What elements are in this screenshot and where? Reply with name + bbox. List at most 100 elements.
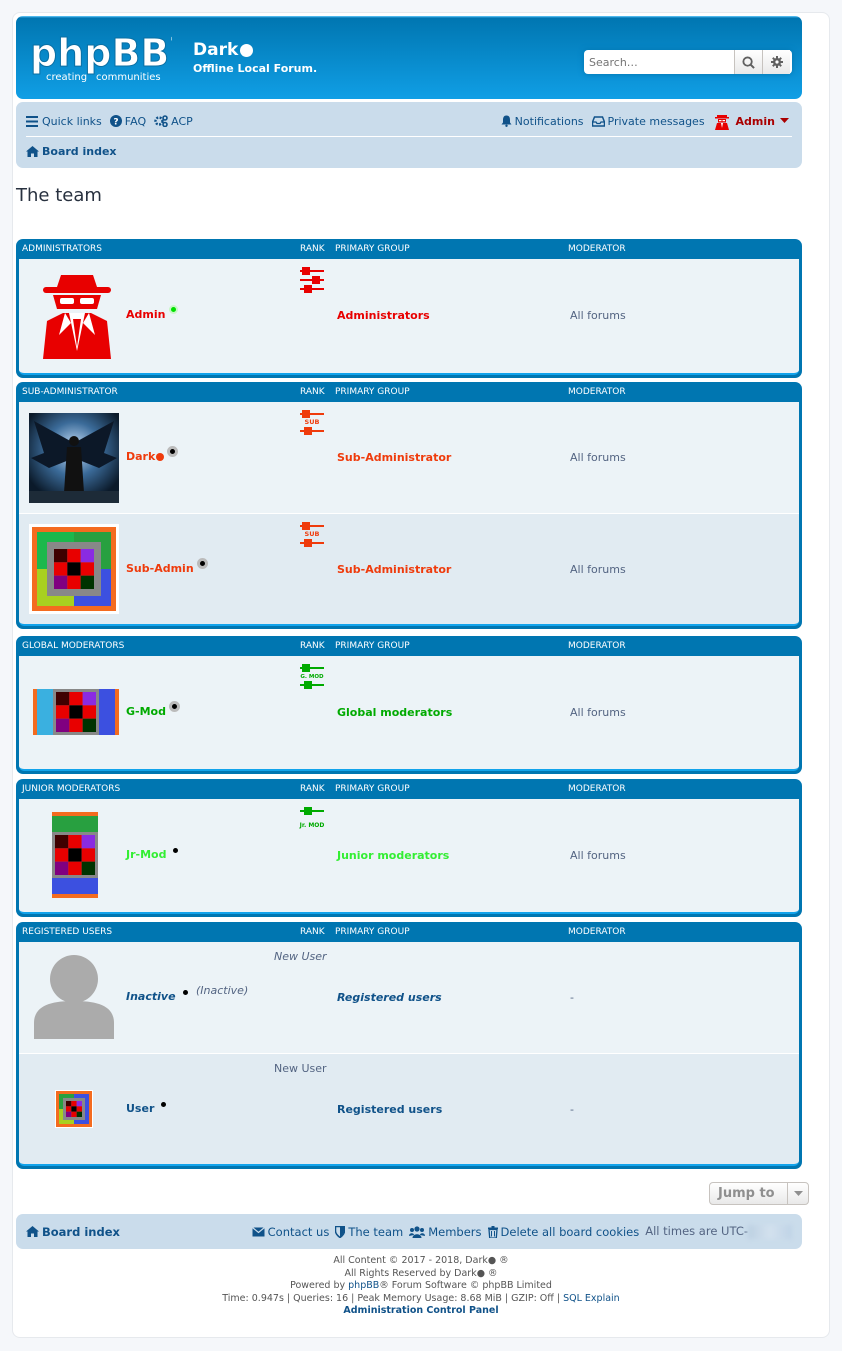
cogs-icon xyxy=(154,115,168,127)
quick-links-label: Quick links xyxy=(42,114,102,128)
phpbb-logo[interactable]: phpBB ® creating communities xyxy=(30,30,172,83)
member-primary-group[interactable]: Sub-Administrator xyxy=(337,563,451,576)
group-heading[interactable]: JUNIOR MODERATORS xyxy=(22,784,120,794)
member-avatar[interactable] xyxy=(55,1090,93,1131)
jump-to-dropdown[interactable]: Jump to xyxy=(709,1182,809,1205)
member-username[interactable]: Inactive xyxy=(126,990,188,1003)
offline-status-icon xyxy=(168,701,180,712)
moderator-column-header: MODERATOR xyxy=(568,784,626,794)
contact-us-link[interactable]: Contact us xyxy=(251,1224,330,1239)
moderator-column-header: MODERATOR xyxy=(568,927,626,937)
quick-links-menu[interactable]: Quick links xyxy=(26,115,102,128)
group-heading[interactable]: SUB-ADMINISTRATOR xyxy=(22,387,118,397)
trash-icon xyxy=(487,1225,498,1238)
member-username-text: Inactive xyxy=(126,990,176,1003)
site-description: Offline Local Forum. xyxy=(193,62,318,75)
members-label: Members xyxy=(428,1224,482,1239)
group-heading[interactable]: GLOBAL MODERATORS xyxy=(22,641,124,651)
site-name[interactable]: Dark xyxy=(193,40,254,60)
gear-icon xyxy=(770,56,783,68)
rank-gmod-icon: G. MOD xyxy=(300,664,324,689)
primary-group-column-header: PRIMARY GROUP xyxy=(335,784,410,794)
private-messages-link[interactable]: Private messages xyxy=(591,114,705,128)
search-input[interactable] xyxy=(584,50,734,74)
advanced-search-button[interactable] xyxy=(762,50,790,74)
acp-link[interactable]: ACP xyxy=(154,115,193,128)
rank-column-header: RANK xyxy=(300,784,325,794)
member-username[interactable]: Jr-Mod xyxy=(126,848,179,861)
footer-navbar: Board index Contact us The team Members … xyxy=(16,1214,802,1249)
member-avatar[interactable] xyxy=(39,271,115,362)
member-primary-group[interactable]: Administrators xyxy=(337,309,430,322)
member-primary-group[interactable]: Registered users xyxy=(337,991,442,1004)
team-group-panel: JUNIOR MODERATORS RANK PRIMARY GROUP MODERA… xyxy=(16,779,802,917)
logo-tagline-2: communities xyxy=(96,72,161,82)
debug-info: Time: 0.947s | Queries: 16 | Peak Memory… xyxy=(0,1293,842,1306)
member-primary-group[interactable]: Junior moderators xyxy=(337,849,449,862)
member-avatar[interactable] xyxy=(29,524,119,617)
mosaic-avatar-icon xyxy=(29,524,119,614)
member-username-text: Jr-Mod xyxy=(126,848,167,861)
member-primary-group[interactable]: Registered users xyxy=(337,1103,442,1116)
acp-label: ACP xyxy=(171,114,193,128)
member-username[interactable]: User xyxy=(126,1102,167,1115)
team-group-header: JUNIOR MODERATORS RANK PRIMARY GROUP MODERA… xyxy=(19,779,799,799)
mosaic-avatar-icon xyxy=(52,812,98,898)
rank-image: Jr. MOD xyxy=(298,807,326,834)
acp-footer: Administration Control Panel xyxy=(0,1305,842,1318)
jump-to-label: Jump to xyxy=(718,1186,775,1201)
rank-column-header: RANK xyxy=(300,641,325,651)
notifications-link[interactable]: Notifications xyxy=(501,115,584,128)
member-moderator-scope: All forums xyxy=(570,563,626,576)
team-member-row: Inactive (Inactive) New User Registered use… xyxy=(19,942,799,1053)
rank-admin-icon xyxy=(300,267,324,293)
home-icon xyxy=(26,145,39,157)
private-messages-label: Private messages xyxy=(607,114,705,128)
svg-text:SUB: SUB xyxy=(305,530,320,538)
offline-status-icon xyxy=(196,558,208,569)
envelope-icon xyxy=(251,1226,265,1236)
sql-explain-link[interactable]: SQL Explain xyxy=(563,1293,620,1304)
powered-prefix: Powered by xyxy=(290,1280,346,1291)
member-avatar[interactable] xyxy=(33,689,119,738)
spy-avatar-icon xyxy=(43,275,111,359)
member-username[interactable]: G-Mod xyxy=(126,701,180,718)
logo-text: phpBB xyxy=(30,31,169,75)
offline-status-icon xyxy=(182,990,188,995)
member-primary-group[interactable]: Global moderators xyxy=(337,706,452,719)
member-avatar[interactable] xyxy=(29,413,119,506)
team-group-panel: REGISTERED USERS RANK PRIMARY GROUP MODERAT… xyxy=(16,922,802,1169)
members-link[interactable]: Members xyxy=(409,1224,482,1239)
offline-status-icon xyxy=(173,848,179,853)
member-primary-group[interactable]: Sub-Administrator xyxy=(337,451,451,464)
copyright-block: All Content © 2017 - 2018, Dark● ® All R… xyxy=(0,1255,842,1318)
faq-link[interactable]: ? FAQ xyxy=(109,115,146,128)
moderator-column-header: MODERATOR xyxy=(568,244,626,254)
group-heading[interactable]: ADMINISTRATORS xyxy=(22,244,102,254)
svg-text:?: ? xyxy=(113,118,118,128)
copyright-line-2-text: All Rights Reserved by Dark xyxy=(344,1267,477,1279)
phpbb-link[interactable]: phpBB xyxy=(348,1280,379,1291)
footer-board-index[interactable]: Board index xyxy=(26,1225,120,1239)
delete-cookies-link[interactable]: Delete all board cookies xyxy=(487,1225,639,1239)
group-heading[interactable]: REGISTERED USERS xyxy=(22,927,112,937)
member-avatar[interactable] xyxy=(34,953,114,1042)
member-username[interactable]: Admin xyxy=(126,305,179,321)
search-button[interactable] xyxy=(734,50,762,74)
navbar: Quick links ? FAQ ACP Notifications Priv… xyxy=(16,102,802,168)
rank-column-header: RANK xyxy=(300,927,325,937)
user-menu[interactable]: Admin xyxy=(713,112,792,130)
home-icon xyxy=(26,1226,39,1237)
contact-us-label: Contact us xyxy=(267,1224,330,1239)
team-label: The team xyxy=(348,1224,404,1239)
page-title: The team xyxy=(16,185,102,206)
powered-suffix: ® Forum Software © phpBB Limited xyxy=(379,1280,552,1291)
acp-footer-link[interactable]: Administration Control Panel xyxy=(343,1305,498,1316)
member-moderator-scope: - xyxy=(570,991,574,1004)
member-avatar[interactable] xyxy=(52,812,98,901)
member-username[interactable]: Dark xyxy=(126,446,179,463)
member-username[interactable]: Sub-Admin xyxy=(126,558,208,575)
member-username-text: G-Mod xyxy=(126,705,166,718)
breadcrumb-board-index[interactable]: Board index xyxy=(26,145,117,158)
team-link[interactable]: The team xyxy=(335,1225,403,1239)
